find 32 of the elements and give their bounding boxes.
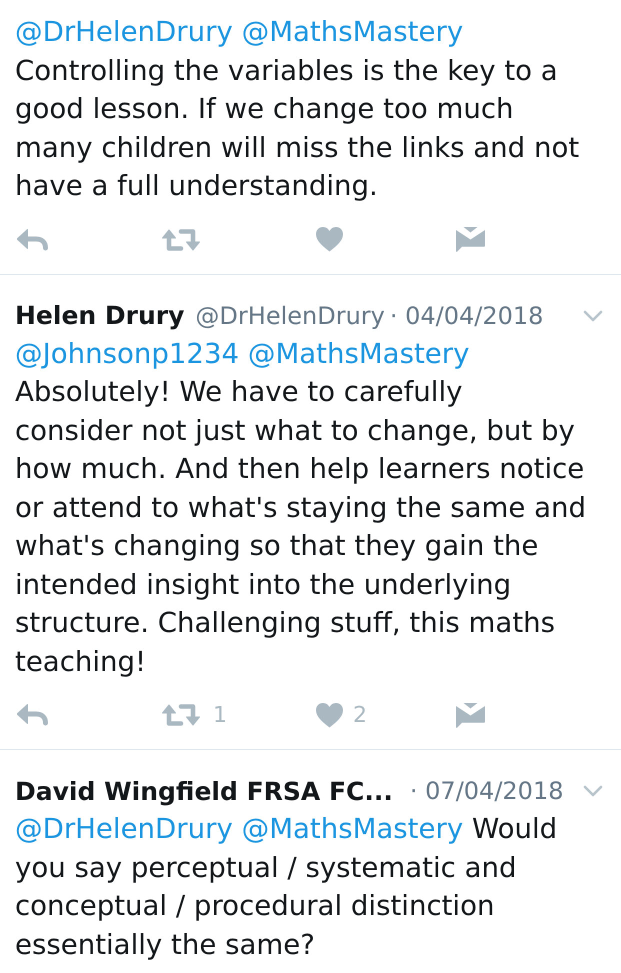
retweet-icon	[162, 228, 200, 252]
reply-icon	[17, 228, 48, 250]
like-button[interactable]: 2	[316, 702, 367, 728]
reply-icon	[17, 704, 48, 726]
retweet-button[interactable]: 1	[162, 702, 227, 728]
message-button[interactable]	[456, 227, 485, 252]
tweet-text: @DrHelenDrury @MathsMastery Controlling the variables is the key to a good lesson. If we change too much many children will miss the links and not have a full understanding.	[15, 14, 580, 204]
mention-link[interactable]: @Johnsonp1234	[15, 336, 240, 370]
chevron-down-icon[interactable]	[583, 785, 603, 797]
author-handle: @DrHelenDrury	[195, 302, 385, 330]
mention-link[interactable]: @DrHelenDrury	[15, 812, 233, 845]
tweet-date: · 07/04/2018	[410, 777, 564, 805]
heart-icon	[316, 702, 343, 728]
heart-icon	[316, 227, 343, 252]
reply-button[interactable]	[17, 704, 48, 726]
mention-link[interactable]: @MathsMastery	[248, 336, 470, 370]
retweet-icon	[162, 703, 200, 727]
tweet-date: · 04/04/2018	[390, 302, 544, 330]
message-icon	[456, 702, 485, 728]
author-name[interactable]: Helen Drury	[15, 301, 184, 330]
tweet-text: @Johnsonp1234 @MathsMastery Absolutely! We have to carefully consider not just what to change, but by how much. And then help learners notice or attend to what's staying the same and what's changing so that they gain the intended insight into the underlying structure. Challenging stuff, this maths teaching!	[15, 336, 587, 680]
author-name[interactable]: David Wingfield FRSA FC...	[15, 776, 393, 806]
chevron-down-icon[interactable]	[583, 310, 603, 322]
message-icon	[456, 227, 485, 252]
reply-button[interactable]	[17, 228, 48, 250]
tweet-text: @DrHelenDrury @MathsMastery Would you say perceptual / systematic and conceptual / procedural distinction essentially the same?	[15, 811, 558, 962]
message-button[interactable]	[456, 702, 485, 728]
mention-link[interactable]: @MathsMastery	[242, 812, 464, 845]
mention-link[interactable]: @MathsMastery	[242, 15, 464, 48]
retweet-button[interactable]	[162, 228, 200, 252]
like-button[interactable]	[316, 227, 343, 252]
mention-link[interactable]: @DrHelenDrury	[15, 15, 233, 48]
